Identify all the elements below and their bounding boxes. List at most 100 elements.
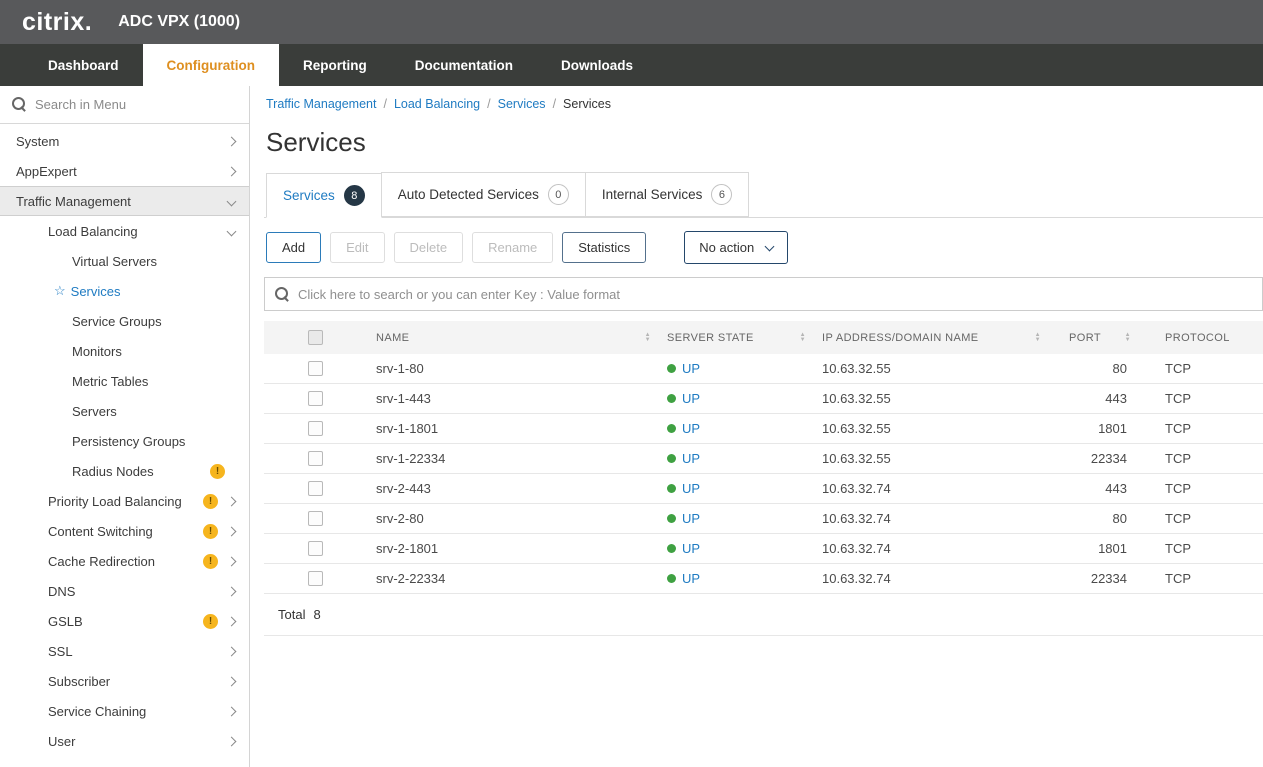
server-state-link[interactable]: UP bbox=[682, 511, 700, 526]
tab-services[interactable]: Services8 bbox=[266, 173, 382, 218]
table-row[interactable]: srv-1-1801UP10.63.32.551801TCP bbox=[264, 414, 1263, 444]
add-button[interactable]: Add bbox=[266, 232, 321, 263]
sort-icon[interactable]: ▲▼ bbox=[800, 333, 806, 343]
sidebar-item-label: GSLB bbox=[48, 614, 83, 629]
sidebar-item-monitors[interactable]: Monitors bbox=[0, 336, 249, 366]
sidebar-item-label: Persistency Groups bbox=[72, 434, 185, 449]
column-header-name[interactable]: NAME▲▼ bbox=[354, 332, 667, 344]
sidebar-item-ssl[interactable]: SSL bbox=[0, 636, 249, 666]
breadcrumb-link-load-balancing[interactable]: Load Balancing bbox=[394, 97, 480, 111]
server-state-link[interactable]: UP bbox=[682, 421, 700, 436]
rename-button[interactable]: Rename bbox=[472, 232, 553, 263]
sidebar-item-radius-nodes[interactable]: Radius Nodes! bbox=[0, 456, 249, 486]
column-header-server-state[interactable]: SERVER STATE▲▼ bbox=[667, 332, 822, 344]
table-row[interactable]: srv-2-80UP10.63.32.7480TCP bbox=[264, 504, 1263, 534]
cell-server-state: UP bbox=[667, 391, 822, 406]
row-checkbox[interactable] bbox=[308, 481, 323, 496]
row-checkbox[interactable] bbox=[308, 421, 323, 436]
table-row[interactable]: srv-1-22334UP10.63.32.5522334TCP bbox=[264, 444, 1263, 474]
table-search[interactable] bbox=[264, 277, 1263, 311]
sidebar-item-label: Load Balancing bbox=[48, 224, 138, 239]
table-row[interactable]: srv-2-22334UP10.63.32.7422334TCP bbox=[264, 564, 1263, 594]
sidebar-menu: SystemAppExpertTraffic Management Load Ba… bbox=[0, 124, 249, 767]
nav-tab-configuration[interactable]: Configuration bbox=[143, 44, 279, 86]
sidebar-item-content-switching[interactable]: Content Switching! bbox=[0, 516, 249, 546]
sort-icon[interactable]: ▲▼ bbox=[1125, 333, 1131, 343]
column-label: PORT bbox=[1069, 332, 1101, 344]
chevron-right-icon bbox=[227, 496, 237, 506]
row-checkbox[interactable] bbox=[308, 391, 323, 406]
table-row[interactable]: srv-1-80UP10.63.32.5580TCP bbox=[264, 354, 1263, 384]
table-row[interactable]: srv-1-443UP10.63.32.55443TCP bbox=[264, 384, 1263, 414]
nav-tab-dashboard[interactable]: Dashboard bbox=[24, 44, 143, 86]
tab-count-badge: 0 bbox=[548, 184, 569, 205]
status-up-dot bbox=[667, 544, 676, 553]
edit-button[interactable]: Edit bbox=[330, 232, 384, 263]
row-checkbox-cell bbox=[264, 571, 354, 586]
sidebar-item-label: Virtual Servers bbox=[72, 254, 157, 269]
cell-ip-address: 10.63.32.55 bbox=[822, 391, 1057, 406]
server-state-link[interactable]: UP bbox=[682, 481, 700, 496]
sidebar-item-label: Servers bbox=[72, 404, 117, 419]
breadcrumb-link-traffic-management[interactable]: Traffic Management bbox=[266, 97, 376, 111]
main-content: Traffic Management/Load Balancing/Servic… bbox=[250, 86, 1263, 767]
table-row[interactable]: srv-2-443UP10.63.32.74443TCP bbox=[264, 474, 1263, 504]
sidebar-item-user[interactable]: User bbox=[0, 726, 249, 756]
sidebar-item-persistency-groups[interactable]: Persistency Groups bbox=[0, 426, 249, 456]
tab-internal-services[interactable]: Internal Services6 bbox=[585, 172, 750, 217]
row-checkbox[interactable] bbox=[308, 571, 323, 586]
row-checkbox[interactable] bbox=[308, 511, 323, 526]
server-state-link[interactable]: UP bbox=[682, 571, 700, 586]
nav-tab-documentation[interactable]: Documentation bbox=[391, 44, 537, 86]
cell-port: 1801 bbox=[1057, 541, 1147, 556]
cell-name: srv-2-22334 bbox=[354, 571, 667, 586]
delete-button[interactable]: Delete bbox=[394, 232, 464, 263]
cell-ip-address: 10.63.32.74 bbox=[822, 511, 1057, 526]
statistics-button[interactable]: Statistics bbox=[562, 232, 646, 263]
nav-tab-reporting[interactable]: Reporting bbox=[279, 44, 391, 86]
sidebar-search-input[interactable] bbox=[35, 97, 237, 112]
column-header-ip-address-domain-name[interactable]: IP ADDRESS/DOMAIN NAME▲▼ bbox=[822, 332, 1057, 344]
sidebar-item-virtual-servers[interactable]: Virtual Servers bbox=[0, 246, 249, 276]
sidebar-item-system[interactable]: System bbox=[0, 126, 249, 156]
status-up-dot bbox=[667, 484, 676, 493]
sidebar-item-load-balancing[interactable]: Load Balancing bbox=[0, 216, 249, 246]
row-checkbox[interactable] bbox=[308, 451, 323, 466]
nav-tab-downloads[interactable]: Downloads bbox=[537, 44, 657, 86]
sort-icon[interactable]: ▲▼ bbox=[1035, 333, 1041, 343]
chevron-down-icon bbox=[227, 226, 237, 236]
favorite-star-icon[interactable]: ☆ bbox=[54, 283, 66, 299]
sidebar-item-label: Content Switching bbox=[48, 524, 153, 539]
sidebar-item-services[interactable]: ☆Services bbox=[0, 276, 249, 306]
sidebar-item-metric-tables[interactable]: Metric Tables bbox=[0, 366, 249, 396]
cell-port: 22334 bbox=[1057, 451, 1147, 466]
server-state-link[interactable]: UP bbox=[682, 391, 700, 406]
breadcrumb-link-services[interactable]: Services bbox=[498, 97, 546, 111]
server-state-link[interactable]: UP bbox=[682, 451, 700, 466]
chevron-right-icon bbox=[227, 586, 237, 596]
table-search-input[interactable] bbox=[298, 287, 1252, 302]
sidebar-item-service-groups[interactable]: Service Groups bbox=[0, 306, 249, 336]
sidebar-item-cache-redirection[interactable]: Cache Redirection! bbox=[0, 546, 249, 576]
cell-name: srv-1-80 bbox=[354, 361, 667, 376]
sort-icon[interactable]: ▲▼ bbox=[645, 333, 651, 343]
row-checkbox[interactable] bbox=[308, 541, 323, 556]
server-state-link[interactable]: UP bbox=[682, 541, 700, 556]
table-row[interactable]: srv-2-1801UP10.63.32.741801TCP bbox=[264, 534, 1263, 564]
row-checkbox[interactable] bbox=[308, 361, 323, 376]
select-all-cell[interactable] bbox=[264, 330, 354, 345]
sidebar-search[interactable] bbox=[0, 86, 249, 124]
sidebar-item-traffic-management[interactable]: Traffic Management bbox=[0, 186, 249, 216]
server-state-link[interactable]: UP bbox=[682, 361, 700, 376]
tab-auto-detected-services[interactable]: Auto Detected Services0 bbox=[381, 172, 586, 217]
sidebar-item-gslb[interactable]: GSLB! bbox=[0, 606, 249, 636]
sidebar-item-priority-load-balancing[interactable]: Priority Load Balancing! bbox=[0, 486, 249, 516]
select-all-checkbox[interactable] bbox=[308, 330, 323, 345]
sidebar-item-dns[interactable]: DNS bbox=[0, 576, 249, 606]
sidebar-item-subscriber[interactable]: Subscriber bbox=[0, 666, 249, 696]
sidebar-item-service-chaining[interactable]: Service Chaining bbox=[0, 696, 249, 726]
sidebar-item-appexpert[interactable]: AppExpert bbox=[0, 156, 249, 186]
column-header-port[interactable]: PORT ▲▼ bbox=[1057, 332, 1147, 344]
action-dropdown[interactable]: No action bbox=[684, 231, 788, 264]
sidebar-item-servers[interactable]: Servers bbox=[0, 396, 249, 426]
